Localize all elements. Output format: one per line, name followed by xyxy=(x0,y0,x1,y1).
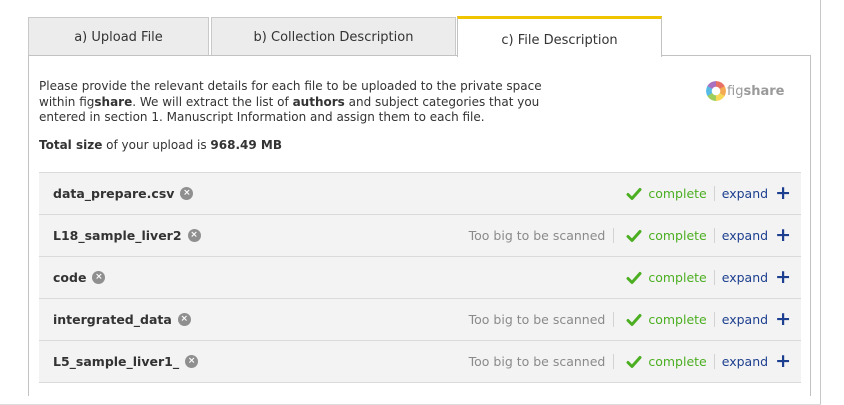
file-row: code × complete expand + xyxy=(39,257,801,299)
plus-icon[interactable]: + xyxy=(775,352,791,371)
scan-status-note: Too big to be scanned xyxy=(469,312,615,327)
file-status-area: Too big to be scanned complete expand + xyxy=(469,299,791,340)
check-icon xyxy=(626,355,642,368)
status-complete: complete xyxy=(648,186,715,201)
file-name-cell: L18_sample_liver2 × xyxy=(53,215,201,256)
outer-border-right xyxy=(820,0,821,405)
remove-file-icon[interactable]: × xyxy=(187,229,201,242)
plus-icon[interactable]: + xyxy=(775,184,791,203)
file-row: L5_sample_liver1_ × Too big to be scanne… xyxy=(39,341,801,383)
check-icon xyxy=(626,187,642,200)
file-name-cell: data_prepare.csv × xyxy=(53,173,194,214)
status-complete: complete xyxy=(648,312,715,327)
file-name: L18_sample_liver2 xyxy=(53,228,182,243)
expand-link[interactable]: expand xyxy=(722,312,768,327)
remove-file-icon[interactable]: × xyxy=(180,187,194,200)
scan-status-note: Too big to be scanned xyxy=(469,354,615,369)
file-row: data_prepare.csv × complete expand + xyxy=(39,173,801,215)
status-complete: complete xyxy=(648,354,715,369)
expand-link[interactable]: expand xyxy=(722,354,768,369)
file-name-cell: intergrated_data × xyxy=(53,299,191,340)
tab-collection-description[interactable]: b) Collection Description xyxy=(211,17,456,56)
plus-icon[interactable]: + xyxy=(775,268,791,287)
figshare-logo-icon xyxy=(706,81,726,101)
file-name: data_prepare.csv xyxy=(53,186,175,201)
status-complete: complete xyxy=(648,270,715,285)
file-status-area: Too big to be scanned complete expand + xyxy=(469,215,791,256)
file-name-cell: code × xyxy=(53,257,106,298)
tab-upload-file[interactable]: a) Upload File xyxy=(28,17,209,56)
figshare-logo: figshare xyxy=(706,81,784,101)
remove-file-icon[interactable]: × xyxy=(92,271,106,284)
scan-status-note: Too big to be scanned xyxy=(469,228,615,243)
tab-file-description[interactable]: c) File Description xyxy=(457,16,662,57)
file-name: code xyxy=(53,270,87,285)
file-description-panel: Please provide the relevant details for … xyxy=(28,55,811,396)
tab-bar: a) Upload File b) Collection Description… xyxy=(28,16,818,57)
file-name: intergrated_data xyxy=(53,312,172,327)
file-row: L18_sample_liver2 × Too big to be scanne… xyxy=(39,215,801,257)
file-row: intergrated_data × Too big to be scanned… xyxy=(39,299,801,341)
remove-file-icon[interactable]: × xyxy=(185,355,199,368)
expand-link[interactable]: expand xyxy=(722,186,768,201)
status-complete: complete xyxy=(648,228,715,243)
remove-file-icon[interactable]: × xyxy=(177,313,191,326)
file-name: L5_sample_liver1_ xyxy=(53,354,180,369)
file-name-cell: L5_sample_liver1_ × xyxy=(53,341,199,382)
intro-text: Please provide the relevant details for … xyxy=(39,79,542,124)
expand-link[interactable]: expand xyxy=(722,270,768,285)
expand-link[interactable]: expand xyxy=(722,228,768,243)
file-list: data_prepare.csv × complete expand + L18… xyxy=(39,172,801,383)
file-status-area: complete expand + xyxy=(626,257,791,298)
check-icon xyxy=(626,271,642,284)
plus-icon[interactable]: + xyxy=(775,310,791,329)
plus-icon[interactable]: + xyxy=(775,226,791,245)
total-size: Total size of your upload is 968.49 MB xyxy=(39,138,282,152)
check-icon xyxy=(626,313,642,326)
check-icon xyxy=(626,229,642,242)
file-status-area: complete expand + xyxy=(626,173,791,214)
total-size-value: 968.49 MB xyxy=(210,138,282,152)
file-status-area: Too big to be scanned complete expand + xyxy=(469,341,791,382)
